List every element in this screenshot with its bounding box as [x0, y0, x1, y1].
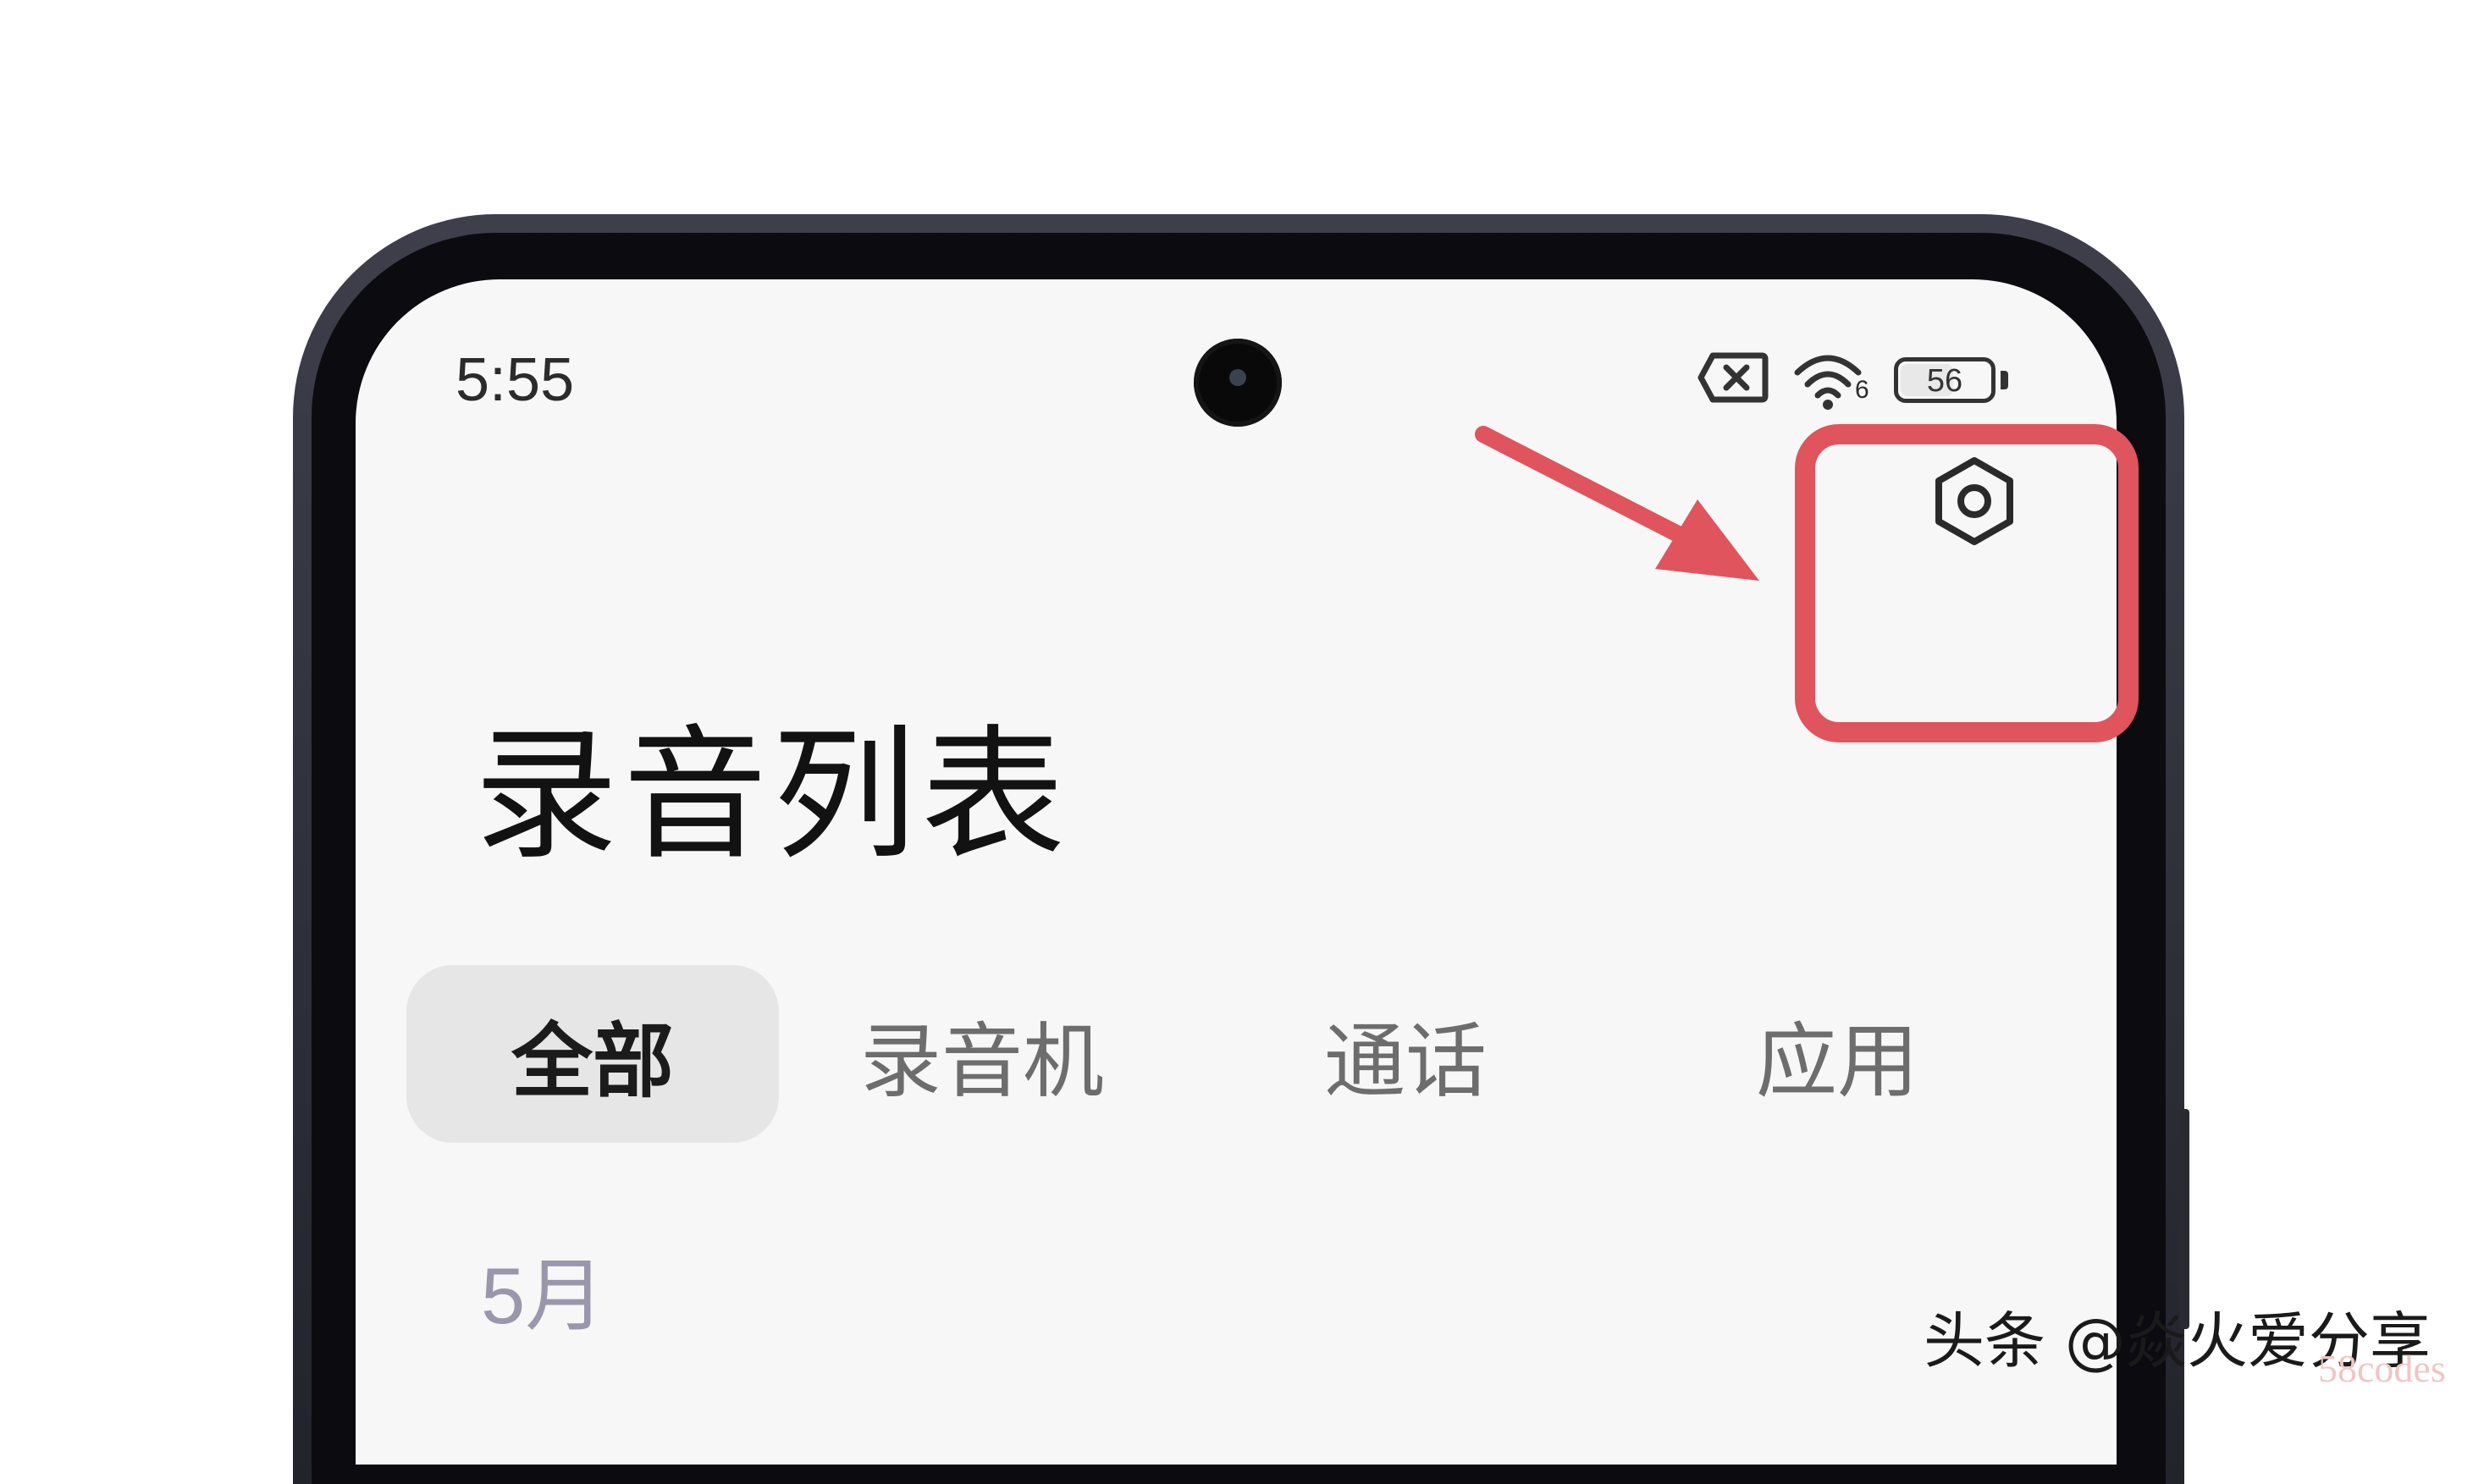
battery-percent: 56	[1926, 363, 1963, 399]
tab-recorder-label: 录音机	[860, 1013, 1104, 1109]
tab-calls[interactable]: 通话	[1253, 965, 1558, 1143]
settings-hex-icon	[1935, 457, 2013, 545]
status-time: 5:55	[455, 346, 575, 414]
tab-recorder[interactable]: 录音机	[813, 965, 1151, 1143]
wifi-icon	[1794, 355, 1862, 410]
battery-icon: 56	[1894, 357, 1995, 403]
tab-all[interactable]: 全部	[406, 965, 779, 1143]
month-section-label: 5月	[481, 1251, 605, 1340]
battery-cap	[2001, 371, 2008, 389]
camera-lens	[1229, 369, 1246, 386]
tab-apps-label: 应用	[1756, 1013, 1918, 1109]
page-title: 录音列表	[474, 712, 1071, 880]
watermark-secondary: 58codes	[2318, 1347, 2446, 1390]
front-camera	[1194, 339, 1282, 427]
app-screen: 5:55 6 56 录音列表 全部 录音机 通话 应用 5月	[356, 279, 2117, 1465]
tab-apps[interactable]: 应用	[1685, 965, 1990, 1143]
category-tabs: 全部 录音机 通话 应用	[406, 965, 2066, 1143]
wifi-standard-label: 6	[1855, 376, 1869, 404]
battery-saver-x-icon	[1697, 352, 1769, 403]
settings-button[interactable]	[1898, 425, 2051, 577]
tab-calls-label: 通话	[1324, 1013, 1487, 1109]
tab-all-label: 全部	[511, 1013, 674, 1109]
